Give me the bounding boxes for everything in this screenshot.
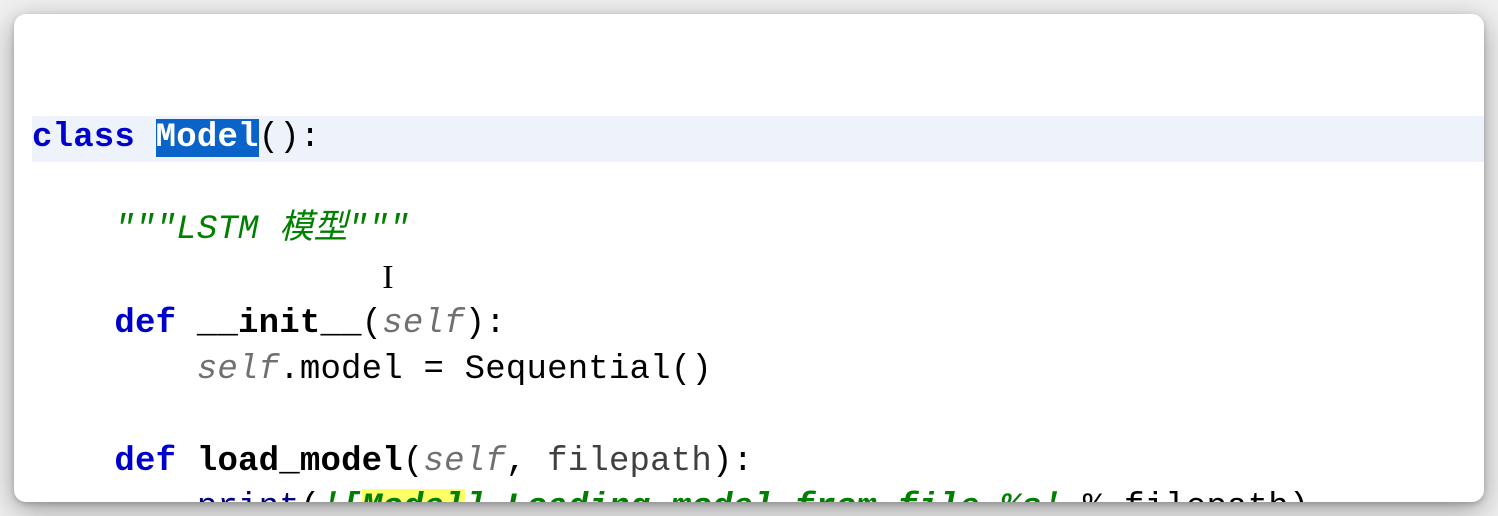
keyword-def: def xyxy=(114,443,176,481)
function-name-load: load_model xyxy=(197,443,403,481)
code-line-5[interactable]: self.model = Sequential() xyxy=(32,351,712,389)
param-self: self xyxy=(424,443,506,481)
text-cursor-icon: I xyxy=(382,255,394,301)
code-line-6[interactable]: def load_model(self, filepath): xyxy=(32,443,753,481)
self-ref: self xyxy=(197,351,279,389)
parens-colon: (): xyxy=(259,119,321,157)
keyword-def: def xyxy=(114,305,176,343)
param-self: self xyxy=(382,305,464,343)
string-literal: '[Model] Loading model from file %s' xyxy=(320,489,1062,502)
code-line-3[interactable]: I xyxy=(32,259,394,297)
assignment: .model = Sequential() xyxy=(279,351,712,389)
class-name: Model xyxy=(156,119,259,157)
code-block: class Model(): """LSTM 模型""" I def __ini… xyxy=(32,24,1484,502)
builtin-print: print xyxy=(197,489,300,502)
keyword-class: class xyxy=(32,119,135,157)
search-highlight: Model xyxy=(362,489,465,502)
arg-filepath: filepath xyxy=(1124,489,1289,502)
code-line-1[interactable]: class Model(): xyxy=(32,116,1484,162)
param-filepath: filepath xyxy=(547,443,712,481)
code-line-4[interactable]: def __init__(self): xyxy=(32,305,506,343)
docstring: """LSTM 模型""" xyxy=(114,211,409,249)
code-line-blank[interactable] xyxy=(32,397,53,435)
code-editor-panel[interactable]: class Model(): """LSTM 模型""" I def __ini… xyxy=(14,14,1484,502)
code-line-7[interactable]: print('[Model] Loading model from file %… xyxy=(32,489,1309,502)
function-name-init: __init__ xyxy=(197,305,362,343)
code-line-2[interactable]: """LSTM 模型""" xyxy=(32,211,409,249)
selected-text[interactable]: Model xyxy=(156,119,259,157)
